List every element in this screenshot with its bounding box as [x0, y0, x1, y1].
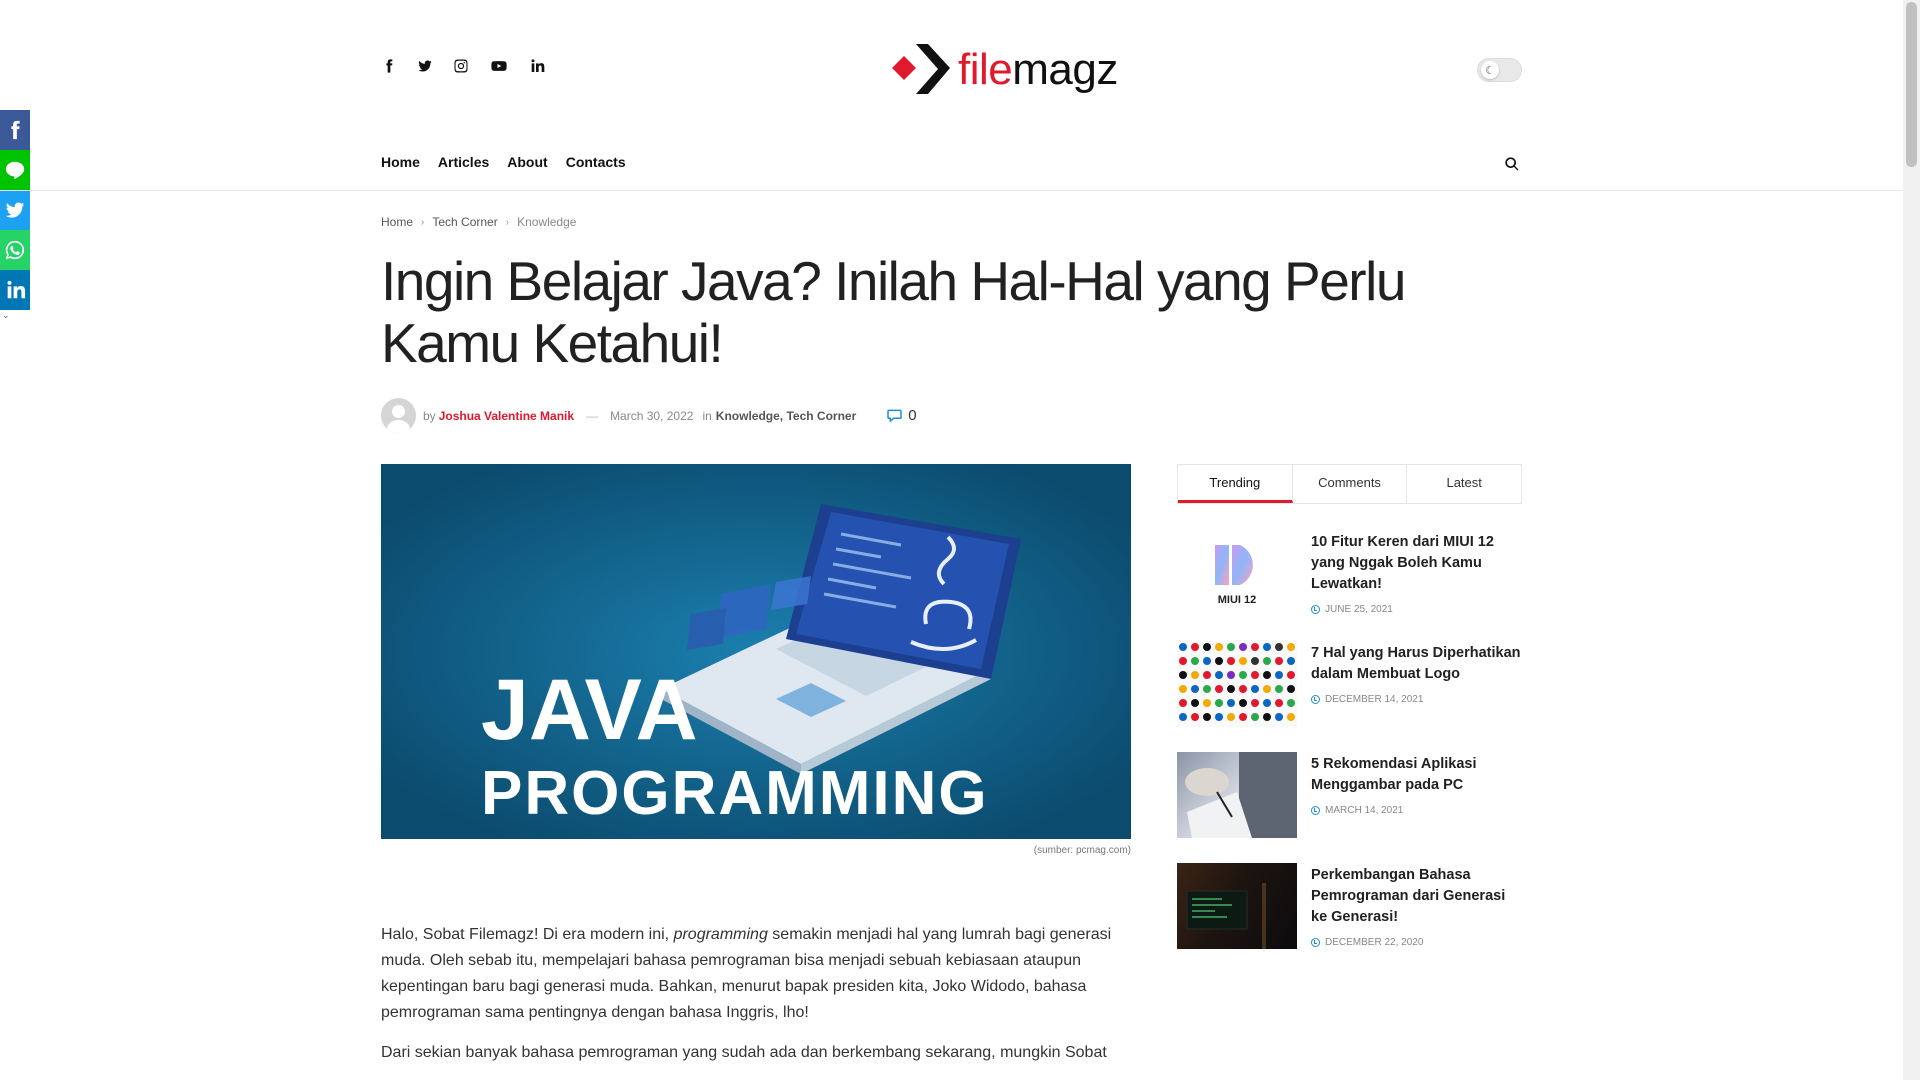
linkedin-icon — [531, 59, 545, 72]
post-thumbnail[interactable]: MIUI 12 — [1177, 530, 1297, 616]
post-date: DECEMBER 22, 2020 — [1311, 937, 1522, 948]
share-linkedin-button[interactable] — [0, 270, 30, 310]
meta-in: in — [702, 408, 712, 423]
featured-image[interactable]: JAVA PROGRAMMING — [381, 464, 1131, 839]
nav-articles[interactable]: Articles — [438, 154, 489, 170]
header-linkedin-link[interactable] — [529, 58, 545, 74]
code-monitor-photo — [1186, 883, 1266, 949]
nav-home[interactable]: Home — [381, 154, 420, 170]
search-icon — [1505, 157, 1519, 171]
comment-icon — [887, 409, 903, 422]
post-date: MARCH 14, 2021 — [1311, 805, 1522, 816]
site-header: filemagz ☾ Home Articles About Contacts — [0, 0, 1903, 191]
tab-comments[interactable]: Comments — [1293, 465, 1408, 503]
breadcrumb-home[interactable]: Home — [381, 215, 413, 229]
article-paragraph: Halo, Sobat Filemagz! Di era modern ini,… — [381, 926, 1112, 1021]
list-item[interactable]: 7 Hal yang Harus Diperhatikan dalam Memb… — [1177, 641, 1522, 727]
linkedin-icon — [7, 280, 26, 299]
search-button[interactable] — [1504, 156, 1522, 174]
featured-text-java: JAVA — [481, 662, 698, 758]
tab-trending[interactable]: Trending — [1178, 465, 1293, 503]
article-categories[interactable]: Knowledge, Tech Corner — [716, 409, 856, 423]
scrollbar-thumb[interactable] — [1906, 2, 1917, 167]
site-logo[interactable]: filemagz — [890, 38, 1118, 102]
page-scrollbar[interactable] — [1903, 0, 1920, 1080]
post-thumbnail[interactable] — [1177, 863, 1297, 949]
meta-separator: — — [586, 408, 599, 423]
share-twitter-button[interactable] — [0, 190, 30, 230]
twitter-icon — [418, 60, 432, 72]
header-youtube-link[interactable] — [489, 58, 509, 74]
chevron-right-icon: › — [421, 216, 425, 228]
header-facebook-link[interactable] — [381, 58, 397, 74]
article-paragraph: Dari sekian banyak bahasa pemrograman ya… — [381, 1044, 1107, 1061]
trending-list: MIUI 12 10 Fitur Keren dari MIUI 12 yang… — [1177, 530, 1522, 974]
share-more-toggle[interactable]: ⌄ — [0, 310, 30, 324]
author-link[interactable]: Joshua Valentine Manik — [439, 409, 574, 423]
comment-count: 0 — [908, 407, 917, 424]
clock-icon — [1311, 938, 1320, 947]
sidebar-tabs: Trending Comments Latest — [1177, 464, 1522, 504]
post-date: DECEMBER 14, 2021 — [1311, 694, 1522, 705]
logo-grid-image — [1179, 643, 1295, 721]
header-social-links — [381, 58, 545, 74]
dark-mode-toggle[interactable]: ☾ — [1477, 58, 1522, 82]
share-whatsapp-button[interactable] — [0, 230, 30, 270]
logo-wordmark: filemagz — [958, 45, 1118, 94]
miui-logo-image: MIUI 12 — [1215, 545, 1257, 606]
main-nav: Home Articles About Contacts — [381, 154, 626, 170]
java-programming-illustration: JAVA PROGRAMMING — [381, 464, 1131, 839]
meta-by: by — [423, 408, 436, 423]
moon-icon: ☾ — [1481, 61, 1499, 79]
author-avatar[interactable] — [381, 398, 416, 433]
logo-mark-icon — [892, 44, 950, 94]
image-caption: (sumber: pcmag.com) — [1033, 845, 1131, 856]
instagram-icon — [454, 59, 468, 73]
clock-icon — [1311, 605, 1320, 614]
nav-contacts[interactable]: Contacts — [566, 154, 626, 170]
article-title: Ingin Belajar Java? Inilah Hal-Hal yang … — [381, 250, 1406, 374]
list-item[interactable]: 5 Rekomendasi Aplikasi Menggambar pada P… — [1177, 752, 1522, 838]
tab-latest[interactable]: Latest — [1407, 465, 1521, 503]
breadcrumb-tech-corner[interactable]: Tech Corner — [432, 215, 497, 229]
drawing-tablet-photo — [1185, 752, 1297, 838]
list-item[interactable]: MIUI 12 10 Fitur Keren dari MIUI 12 yang… — [1177, 530, 1522, 616]
header-twitter-link[interactable] — [417, 58, 433, 74]
youtube-icon — [491, 61, 507, 71]
breadcrumb-knowledge[interactable]: Knowledge — [517, 215, 576, 229]
post-title[interactable]: 7 Hal yang Harus Diperhatikan dalam Memb… — [1311, 643, 1522, 685]
nav-about[interactable]: About — [507, 154, 547, 170]
chevron-right-icon: › — [505, 216, 510, 228]
facebook-icon — [386, 59, 393, 73]
post-title[interactable]: 10 Fitur Keren dari MIUI 12 yang Nggak B… — [1311, 532, 1522, 595]
post-title[interactable]: Perkembangan Bahasa Pemrograman dari Gen… — [1311, 865, 1522, 928]
clock-icon — [1311, 695, 1320, 704]
post-date: JUNE 25, 2021 — [1311, 604, 1522, 615]
featured-text-programming: PROGRAMMING — [481, 759, 989, 828]
whatsapp-icon — [5, 240, 25, 260]
post-title[interactable]: 5 Rekomendasi Aplikasi Menggambar pada P… — [1311, 754, 1522, 796]
article-date: March 30, 2022 — [610, 408, 694, 423]
twitter-icon — [5, 202, 25, 218]
breadcrumb: Home › Tech Corner › Knowledge — [381, 215, 576, 229]
clock-icon — [1311, 806, 1320, 815]
post-thumbnail[interactable] — [1177, 752, 1297, 838]
comment-count-link[interactable]: 0 — [887, 407, 917, 424]
list-item[interactable]: Perkembangan Bahasa Pemrograman dari Gen… — [1177, 863, 1522, 949]
article-body: Halo, Sobat Filemagz! Di era modern ini,… — [381, 922, 1131, 1080]
svg-text:MIUI 12: MIUI 12 — [1218, 594, 1257, 606]
post-thumbnail[interactable] — [1177, 641, 1297, 727]
article-meta: by Joshua Valentine Manik — March 30, 20… — [381, 398, 917, 433]
header-instagram-link[interactable] — [453, 58, 469, 74]
